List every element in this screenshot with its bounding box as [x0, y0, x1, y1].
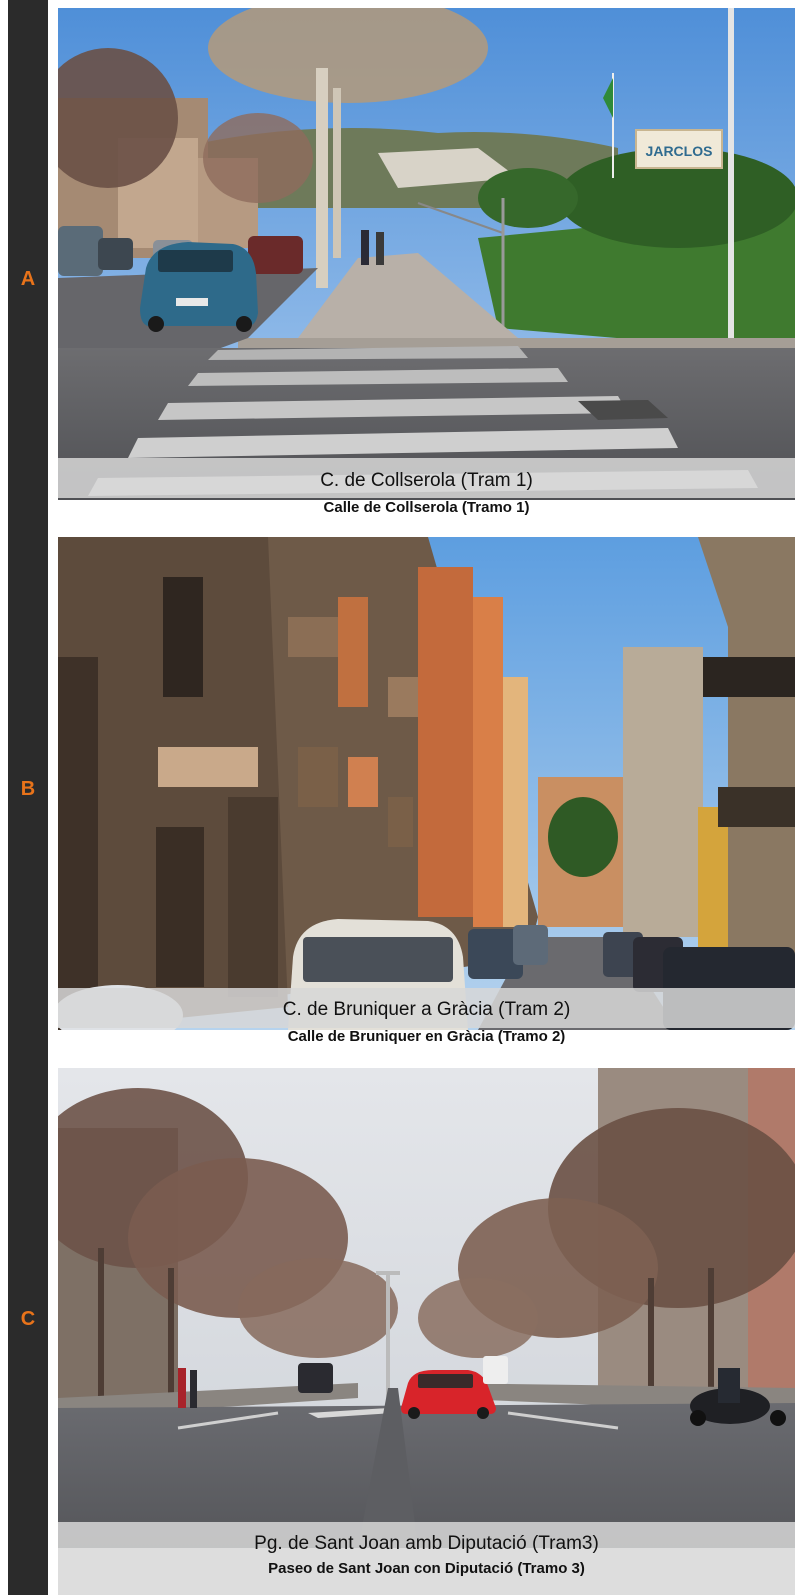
photo-panel-a: JARCLOS	[58, 8, 795, 500]
panel-letter-a: A	[20, 268, 36, 290]
caption-main-c: Pg. de Sant Joan amb Diputació (Tram3)	[254, 1533, 599, 1554]
street-photo-b	[58, 537, 795, 1030]
caption-main-b: C. de Bruniquer a Gràcia (Tram 2)	[282, 999, 571, 1020]
caption-main-a: C. de Collserola (Tram 1)	[320, 470, 533, 491]
caption-sub-c: Paseo de Sant Joan con Diputació (Tramo …	[268, 1560, 585, 1577]
panel-letter-b: B	[20, 778, 36, 800]
street-photo-a: JARCLOS	[58, 8, 795, 500]
photo-panel-c	[58, 1068, 795, 1548]
caption-sub-a: Calle de Collserola (Tramo 1)	[323, 499, 530, 516]
street-photo-c	[58, 1068, 795, 1548]
billboard-sign-text: JARCLOS	[646, 143, 713, 159]
panel-letter-c: C	[20, 1308, 36, 1330]
caption-sub-b: Calle de Bruniquer en Gràcia (Tramo 2)	[287, 1028, 566, 1045]
photo-panel-b	[58, 537, 795, 1030]
